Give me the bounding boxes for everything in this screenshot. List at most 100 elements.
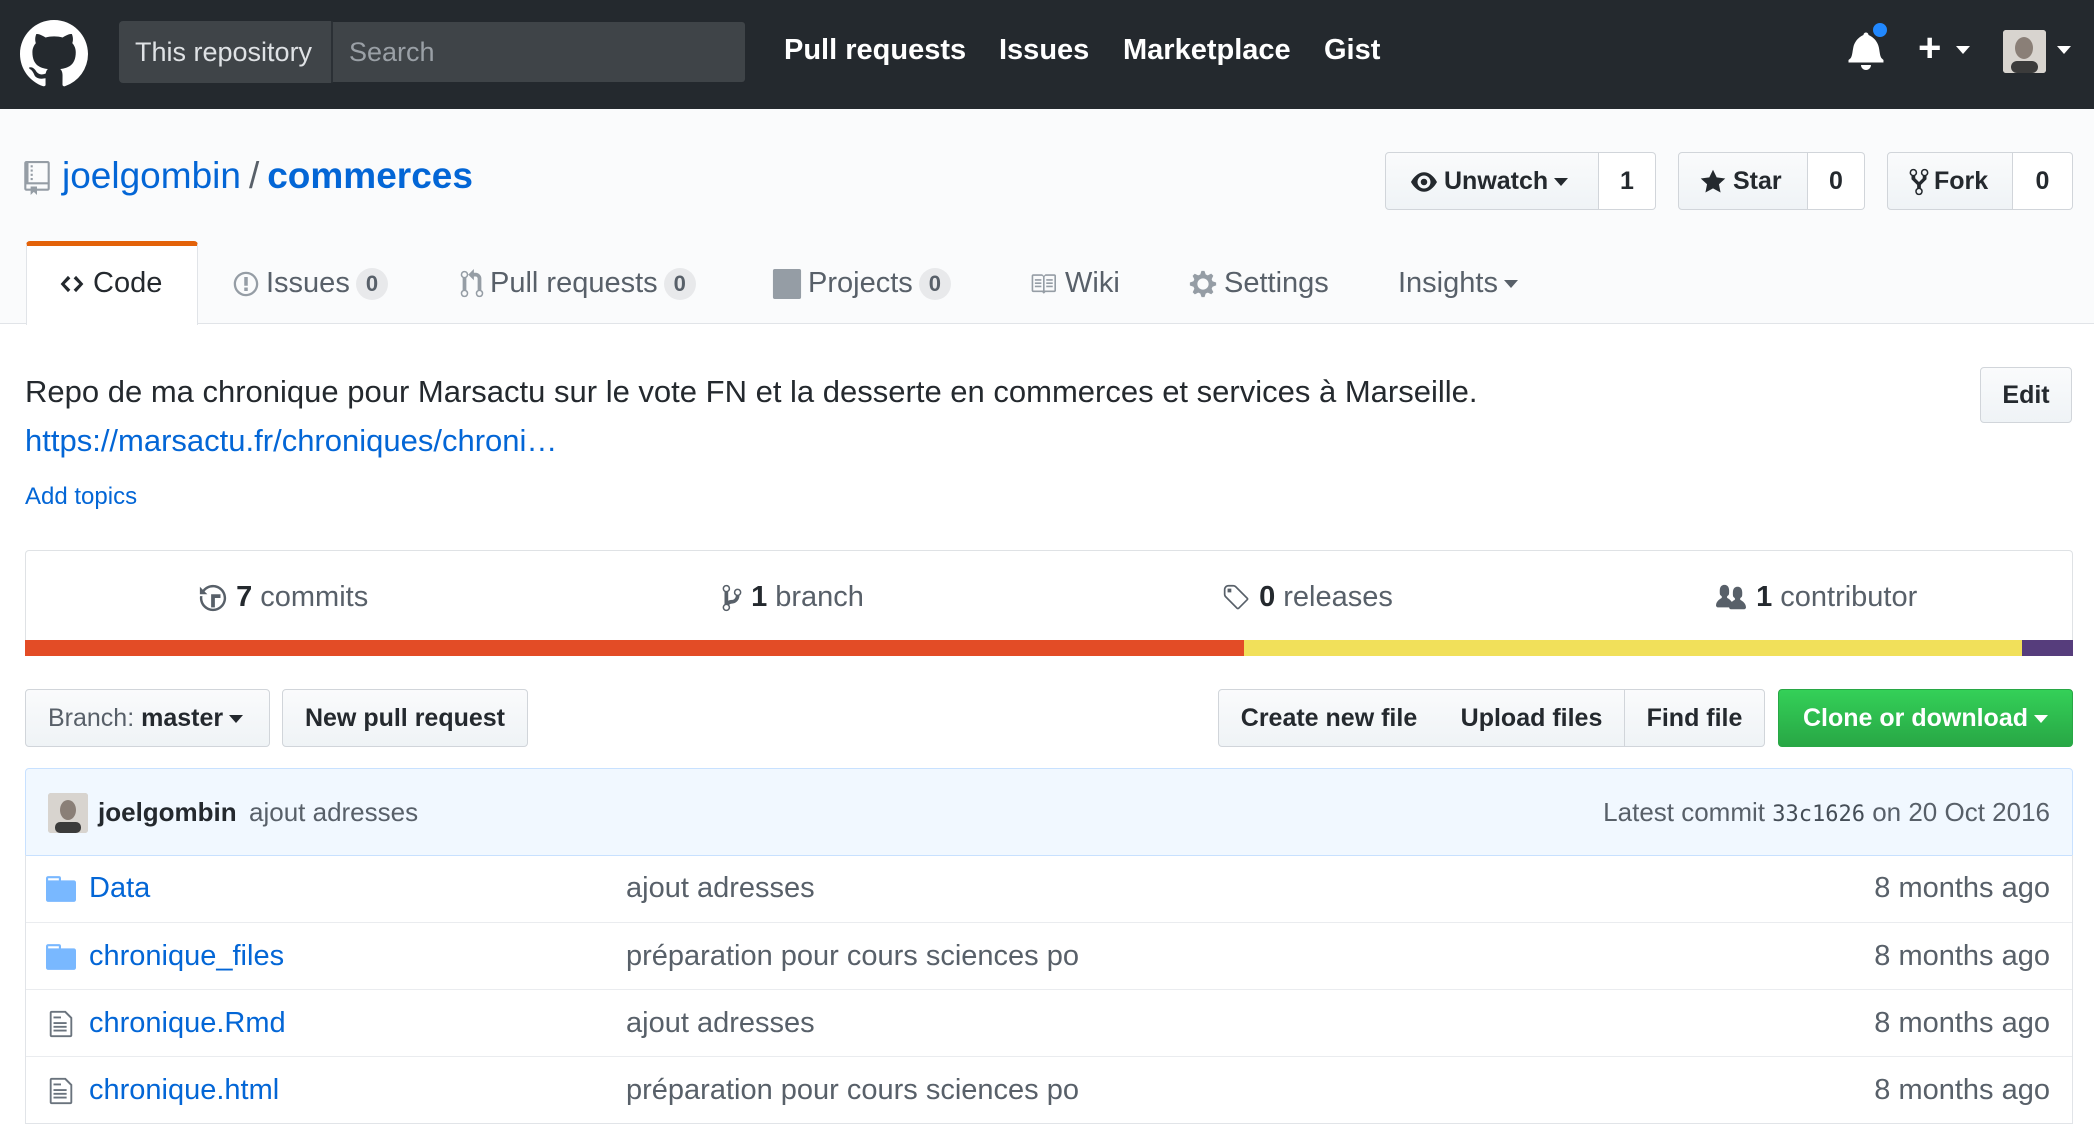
tab-projects[interactable]: Projects 0 <box>772 242 952 324</box>
tab-issues[interactable]: Issues 0 <box>232 242 389 324</box>
chevron-down-icon <box>2057 46 2071 54</box>
nav-marketplace[interactable]: Marketplace <box>1123 30 1291 70</box>
tab-wiki-label: Wiki <box>1065 267 1120 299</box>
tab-issues-count: 0 <box>355 268 389 301</box>
stargazers-count[interactable]: 0 <box>1808 152 1865 210</box>
tab-settings-label: Settings <box>1224 267 1329 299</box>
commits-count: 7 <box>236 581 253 613</box>
create-new-plus-icon[interactable]: + <box>1918 28 1941 68</box>
repo-name-link[interactable]: commerces <box>267 155 473 196</box>
latest-commit-info: Latest commit 33c1626 on 20 Oct 2016 <box>1603 792 2050 835</box>
repo-header: joelgombin / commerces Unwatch 1 Star 0 Fo… <box>0 109 2094 325</box>
branch-label: branch <box>775 581 864 613</box>
repo-icon <box>24 161 50 195</box>
chevron-down-icon <box>1554 178 1569 187</box>
file-age: 8 months ago <box>1874 1074 2050 1106</box>
file-list: Data ajout adresses 8 months ago chroniq… <box>25 855 2073 1124</box>
tab-insights[interactable]: Insights <box>1398 242 1518 324</box>
tab-pull-requests-count: 0 <box>663 268 696 301</box>
unwatch-button[interactable]: Unwatch <box>1385 152 1599 210</box>
file-commit-message-link[interactable]: préparation pour cours sciences po <box>626 936 1079 976</box>
contributors-link[interactable]: 1 contributor <box>1714 577 1917 617</box>
nav-pull-requests[interactable]: Pull requests <box>784 30 966 70</box>
latest-commit-bar: joelgombin ajout adresses Latest commit … <box>25 768 2073 856</box>
create-new-file-button[interactable]: Create new file <box>1218 689 1440 747</box>
file-age: 8 months ago <box>1874 940 2050 972</box>
file-name-link[interactable]: Data <box>89 868 150 908</box>
tab-issues-label: Issues <box>266 267 350 299</box>
branches-link[interactable]: 1 branch <box>721 577 864 617</box>
contributor-count: 1 <box>1756 581 1773 613</box>
commit-sha-link[interactable]: 33c1626 <box>1772 802 1865 827</box>
search-input[interactable]: Search <box>331 21 746 83</box>
global-header: This repository Search Pull requests Iss… <box>0 0 2094 109</box>
fork-label: Fork <box>1934 167 1989 195</box>
file-name-link[interactable]: chronique_files <box>89 936 284 976</box>
commit-date: on 20 Oct 2016 <box>1872 797 2050 827</box>
releases-label: releases <box>1283 581 1393 613</box>
nav-gist[interactable]: Gist <box>1324 30 1380 70</box>
commit-author-avatar[interactable] <box>48 793 88 833</box>
tab-wiki[interactable]: Wiki <box>1027 242 1120 324</box>
file-name-link[interactable]: chronique.Rmd <box>89 1003 286 1043</box>
tab-projects-count: 0 <box>918 268 952 301</box>
file-name-link[interactable]: chronique.html <box>89 1070 279 1110</box>
repo-title: joelgombin / commerces <box>62 155 473 197</box>
add-topics-link[interactable]: Add topics <box>25 481 137 513</box>
nav-issues[interactable]: Issues <box>999 30 1089 70</box>
file-commit-message-link[interactable]: ajout adresses <box>626 868 815 908</box>
file-row: chronique_files préparation pour cours s… <box>26 922 2072 989</box>
file-row: chronique.Rmd ajout adresses 8 months ag… <box>26 989 2072 1056</box>
language-bar[interactable] <box>25 640 2073 656</box>
repo-homepage-link[interactable]: https://marsactu.fr/chroniques/chroni… <box>25 421 557 461</box>
unwatch-label: Unwatch <box>1444 167 1549 195</box>
file-row: Data ajout adresses 8 months ago <box>26 855 2072 922</box>
commit-message-link[interactable]: ajout adresses <box>249 792 418 832</box>
branch-prefix: Branch: <box>48 704 135 732</box>
repo-owner-link[interactable]: joelgombin <box>62 155 241 196</box>
fork-button[interactable]: Fork <box>1887 152 2013 210</box>
commit-author-link[interactable]: joelgombin <box>98 792 237 832</box>
tab-code[interactable]: Code <box>26 241 198 325</box>
file-row: chronique.html préparation pour cours sc… <box>26 1056 2072 1123</box>
user-avatar[interactable] <box>2003 30 2046 73</box>
book-icon <box>1031 274 1056 295</box>
tab-projects-label: Projects <box>808 267 913 299</box>
repo-description: Repo de ma chronique pour Marsactu sur l… <box>25 374 1478 409</box>
tab-pull-requests[interactable]: Pull requests 0 <box>460 242 696 324</box>
star-button[interactable]: Star <box>1678 152 1808 210</box>
file-commit-message-link[interactable]: ajout adresses <box>626 1003 815 1043</box>
clone-label: Clone or download <box>1803 704 2028 732</box>
tab-pull-requests-label: Pull requests <box>490 267 658 299</box>
code-icon <box>60 276 84 293</box>
star-label: Star <box>1733 167 1782 195</box>
language-segment-2 <box>1243 640 2022 656</box>
forks-count[interactable]: 0 <box>2013 152 2073 210</box>
language-segment-3 <box>2021 640 2073 656</box>
contributor-label: contributor <box>1780 581 1918 613</box>
file-commit-message-link[interactable]: préparation pour cours sciences po <box>626 1070 1079 1110</box>
branch-select-button[interactable]: Branch: master <box>25 689 270 747</box>
upload-files-button[interactable]: Upload files <box>1439 689 1625 747</box>
watchers-count[interactable]: 1 <box>1599 152 1656 210</box>
find-file-button[interactable]: Find file <box>1624 689 1765 747</box>
releases-count: 0 <box>1259 581 1276 613</box>
language-segment-1 <box>25 640 1244 656</box>
repo-title-separator: / <box>248 155 260 196</box>
tab-insights-label: Insights <box>1398 267 1498 299</box>
folder-icon <box>46 944 76 970</box>
github-logo-icon[interactable] <box>20 20 88 88</box>
releases-link[interactable]: 0 releases <box>1221 577 1393 617</box>
file-icon <box>49 1077 73 1105</box>
chevron-down-icon <box>229 715 244 724</box>
clone-or-download-button[interactable]: Clone or download <box>1778 689 2073 747</box>
folder-icon <box>46 876 76 902</box>
new-pull-request-button[interactable]: New pull request <box>282 689 528 747</box>
chevron-down-icon <box>2034 715 2048 724</box>
commits-link[interactable]: 7 commits <box>198 577 368 617</box>
edit-description-button[interactable]: Edit <box>1980 367 2072 423</box>
user-avatar-image <box>2003 30 2046 73</box>
tab-settings[interactable]: Settings <box>1188 242 1329 324</box>
search-scope-label[interactable]: This repository <box>119 21 331 83</box>
branch-icon <box>722 585 742 612</box>
